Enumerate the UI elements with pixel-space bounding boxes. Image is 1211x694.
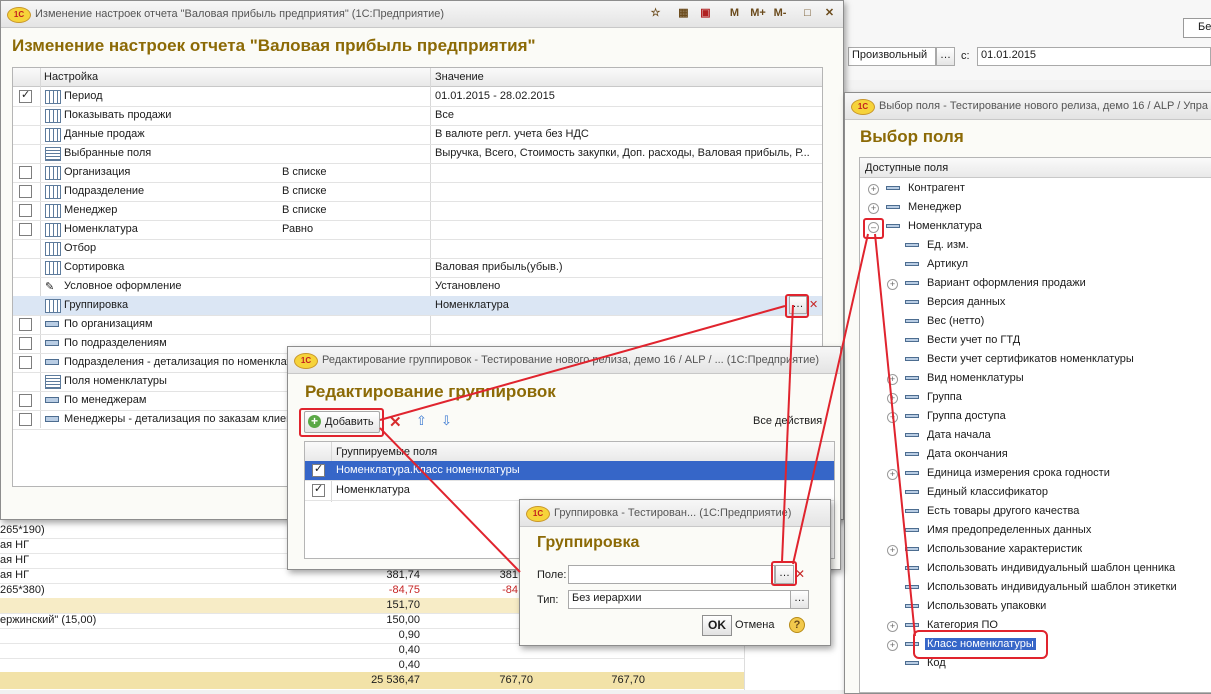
annotation-lines [379, 233, 916, 637]
